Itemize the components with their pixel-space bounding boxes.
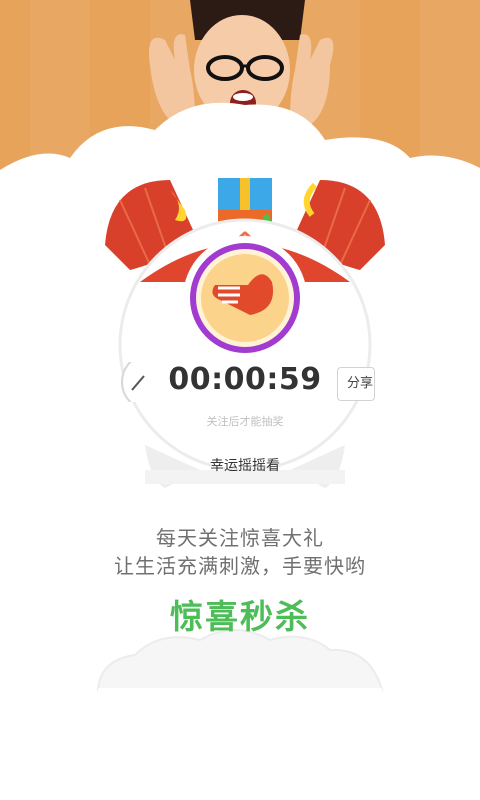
countdown-timer: 00:00:59	[168, 362, 322, 397]
follow-hint-text: 关注后才能抽奖	[206, 415, 284, 428]
flash-sale-headline: 惊喜秒杀	[170, 597, 310, 636]
share-button[interactable]: 分享	[337, 367, 375, 401]
promo-line-1: 每天关注惊喜大礼	[156, 526, 324, 550]
promo-line-2: 让生活充满刺激，手要快哟	[114, 554, 366, 578]
edit-icon[interactable]	[120, 362, 154, 402]
alarm-clock-illustration	[90, 170, 400, 500]
lucky-shake-button[interactable]: 幸运摇摇看	[175, 455, 315, 475]
